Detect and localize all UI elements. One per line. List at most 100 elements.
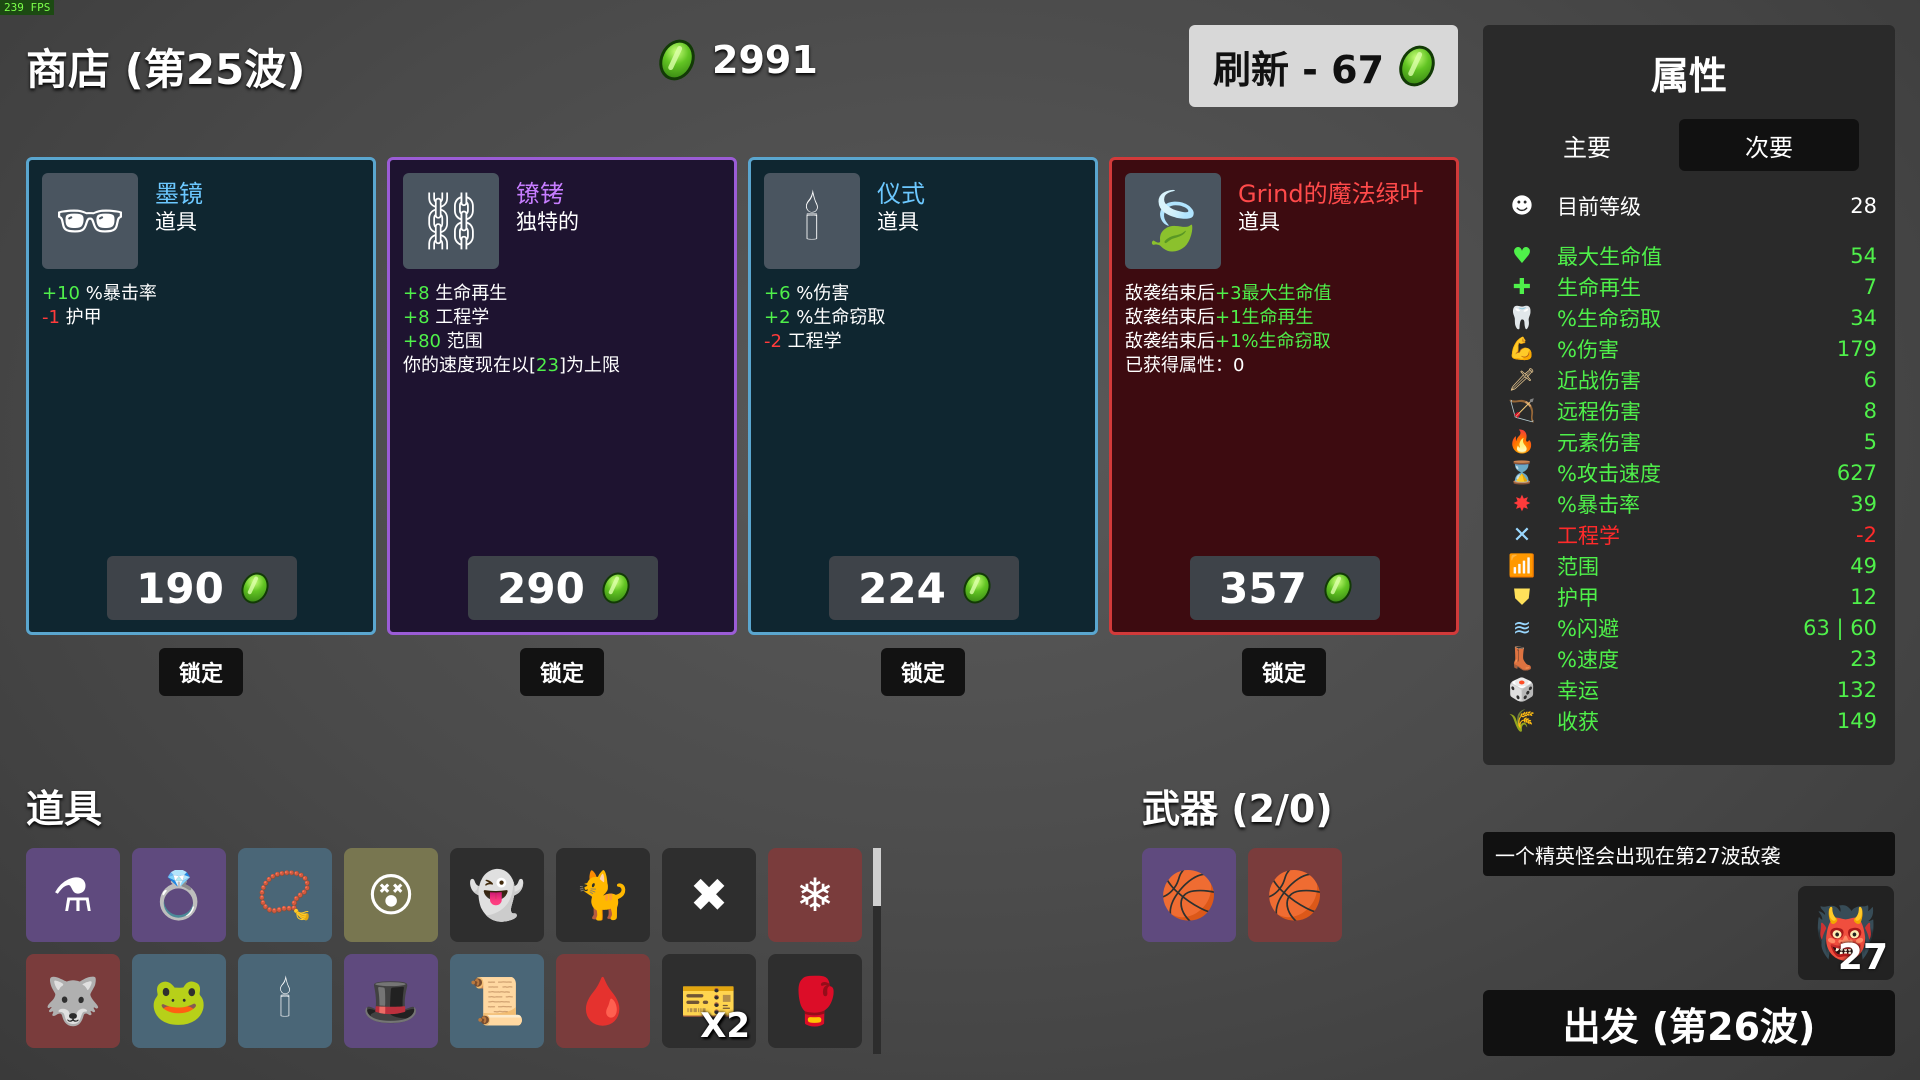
cat-icon: 🐈 xyxy=(574,867,632,922)
stat-value: 8 xyxy=(1863,399,1877,423)
shop-card[interactable]: ⛓ 镣铐 独特的 +8 生命再生 +8 工程学 +80 范围 你的速度现在以[23]为上限 2… xyxy=(387,157,737,635)
item-stats: 敌袭结束后+3最大生命值 敌袭结束后+1生命再生 敌袭结束后+1%生命窃取 已获得属性… xyxy=(1125,282,1455,378)
reroll-button[interactable]: 刷新 - 67 xyxy=(1189,25,1458,107)
dodge-icon: ≋ xyxy=(1512,615,1532,641)
stat-value: 54 xyxy=(1850,244,1877,268)
material-icon xyxy=(652,33,702,87)
reroll-label: 刷新 - 67 xyxy=(1212,47,1385,92)
stat-label: 近战伤害 xyxy=(1557,369,1641,393)
item-name: 墨镜 xyxy=(155,180,203,208)
inventory-item[interactable]: 🐸 xyxy=(132,954,226,1048)
scrollbar-thumb[interactable] xyxy=(873,848,881,906)
stat-line: -1 护甲 xyxy=(42,306,372,330)
stat-text: 生命再生 xyxy=(429,283,508,304)
inventory-item[interactable]: 🕯 xyxy=(238,954,332,1048)
lock-button[interactable]: 锁定 xyxy=(520,648,604,696)
shop-card[interactable]: 🕶 墨镜 道具 +10 %暴击率 -1 护甲 190 xyxy=(26,157,376,635)
material-icon xyxy=(597,568,635,608)
buy-button[interactable]: 224 xyxy=(829,556,1019,620)
ritual-item-icon: 🕯 xyxy=(278,973,292,1027)
stat-value: 5 xyxy=(1863,430,1877,454)
inventory-item[interactable]: 💍 xyxy=(132,848,226,942)
stat-value: 39 xyxy=(1850,492,1877,516)
inventory-item[interactable]: 🥊 xyxy=(768,954,862,1048)
stat-amount: +6 xyxy=(764,283,791,304)
stat-line: -2 工程学 xyxy=(764,330,1094,354)
stat-line: 敌袭结束后+1生命再生 xyxy=(1125,306,1455,330)
stat-value: 7 xyxy=(1863,275,1877,299)
stat-row: ✚ 生命再生 7 xyxy=(1507,272,1877,302)
inventory-item[interactable]: 🐺 xyxy=(26,954,120,1048)
items-scrollbar[interactable] xyxy=(873,848,881,1054)
buy-button[interactable]: 290 xyxy=(468,556,658,620)
stat-value: 627 xyxy=(1836,461,1877,485)
inventory-item[interactable]: 🎩 xyxy=(344,954,438,1048)
pendant-icon: 📿 xyxy=(256,867,314,922)
potion-machine-icon: ⚗ xyxy=(52,868,94,922)
stat-line: +80 范围 xyxy=(403,330,733,354)
lock-button[interactable]: 锁定 xyxy=(159,648,243,696)
stat-row: 💪 %伤害 179 xyxy=(1507,334,1877,364)
stat-amount: +3最大生命值 xyxy=(1215,283,1332,304)
inventory-item[interactable]: ❄ xyxy=(768,848,862,942)
lock-button[interactable]: 锁定 xyxy=(1242,648,1326,696)
heart-icon: ♥ xyxy=(1512,243,1532,269)
ball-icon: 🏀 xyxy=(1266,867,1324,922)
tab-primary[interactable]: 主要 xyxy=(1497,119,1677,171)
weapon-slot[interactable]: 🏀 xyxy=(1248,848,1342,942)
stat-row: 🎲 幸运 132 xyxy=(1507,675,1877,705)
stat-label: %闪避 xyxy=(1557,617,1619,641)
inventory-item[interactable]: 😵 xyxy=(344,848,438,942)
stat-label: 幸运 xyxy=(1557,679,1599,703)
stat-value: 132 xyxy=(1836,678,1877,702)
inventory-item[interactable]: ✖ xyxy=(662,848,756,942)
inventory-item[interactable]: 📿 xyxy=(238,848,332,942)
stat-amount: +8 xyxy=(403,283,430,304)
stat-label: %攻击速度 xyxy=(1557,462,1661,486)
stat-value: 12 xyxy=(1850,585,1877,609)
stat-value: 28 xyxy=(1850,194,1877,218)
inventory-item[interactable]: 🐈 xyxy=(556,848,650,942)
stat-label: 范围 xyxy=(1557,555,1599,579)
tab-secondary[interactable]: 次要 xyxy=(1679,119,1859,171)
stat-label: %速度 xyxy=(1557,648,1619,672)
stat-label: 目前等级 xyxy=(1557,195,1641,219)
shop-card[interactable]: 🕯 仪式 道具 +6 %伤害 +2 %生命窃取 -2 工程学 224 xyxy=(748,157,1098,635)
material-icon xyxy=(1392,39,1442,93)
crit-icon: ✸ xyxy=(1512,491,1532,517)
inventory-item[interactable]: 🩸 xyxy=(556,954,650,1048)
stat-value: 23 xyxy=(1850,647,1877,671)
face-icon: 😵 xyxy=(367,868,415,922)
item-type: 道具 xyxy=(1238,210,1280,234)
hourglass-icon: ⌛ xyxy=(1508,460,1536,486)
stat-text: ]为上限 xyxy=(558,355,620,376)
hat-icon: 🎩 xyxy=(362,973,420,1028)
shackles-icon: ⛓ xyxy=(403,173,499,269)
stat-text: 敌袭结束后 xyxy=(1125,283,1215,304)
magic-leaf-icon: 🍃 xyxy=(1125,173,1221,269)
inventory-item[interactable]: 🎫 X2 xyxy=(662,954,756,1048)
stat-text: %伤害 xyxy=(790,283,850,304)
wrench-icon: ✕ xyxy=(1512,522,1532,548)
go-button[interactable]: 出发 (第26波) xyxy=(1483,990,1895,1056)
stat-row: 🗡 近战伤害 6 xyxy=(1507,365,1877,395)
stat-label: 最大生命值 xyxy=(1557,245,1662,269)
buy-button[interactable]: 357 xyxy=(1190,556,1380,620)
weapon-slot[interactable]: 🏀 xyxy=(1142,848,1236,942)
elite-wave-badge: 👹 27 xyxy=(1798,886,1894,980)
lock-button[interactable]: 锁定 xyxy=(881,648,965,696)
stat-value: 34 xyxy=(1850,306,1877,330)
stats-panel: 属性 主要 次要 ☻ 目前等级 28 ♥ 最大生命值 54 ✚ 生命再生 7 🦷 %生命窃取 3… xyxy=(1483,25,1895,765)
item-name: 镣铐 xyxy=(516,180,564,208)
items-title: 道具 xyxy=(26,787,103,831)
buy-button[interactable]: 190 xyxy=(107,556,297,620)
stat-value: 179 xyxy=(1836,337,1877,361)
inventory-item[interactable]: 📜 xyxy=(450,954,544,1048)
item-stats: +6 %伤害 +2 %生命窃取 -2 工程学 xyxy=(764,282,1094,354)
inventory-item[interactable]: ⚗ xyxy=(26,848,120,942)
item-name: Grind的魔法绿叶 xyxy=(1238,180,1424,208)
shop-card[interactable]: 🍃 Grind的魔法绿叶 道具敌袭结束后+3最大生命值 敌袭结束后+1生命再生 敌袭结束… xyxy=(1109,157,1459,635)
range-icon: 📶 xyxy=(1508,553,1536,579)
inventory-item[interactable]: 👻 xyxy=(450,848,544,942)
snowflake-icon: ❄ xyxy=(795,868,835,922)
